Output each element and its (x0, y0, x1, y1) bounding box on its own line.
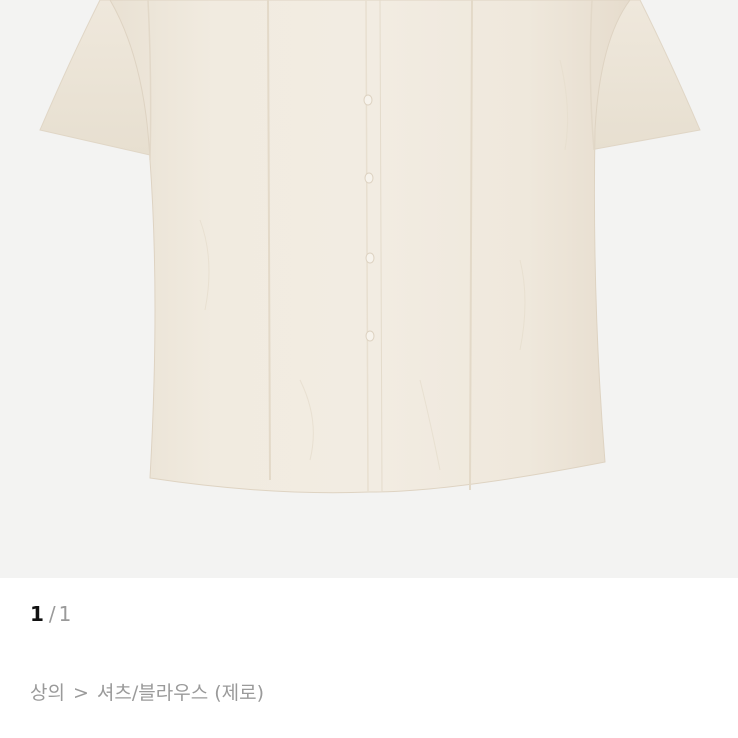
pager-total: 1 (58, 602, 72, 626)
shirt-body (109, 0, 631, 494)
breadcrumb: 상의 > 셔츠/블라우스 (제로) (30, 678, 264, 705)
pager-current: 1 (30, 602, 44, 626)
shirt-image (39, 0, 701, 494)
breadcrumb-category[interactable]: 상의 (30, 682, 65, 704)
breadcrumb-separator: > (72, 682, 89, 704)
product-image[interactable] (0, 0, 738, 578)
image-pager: 1/1 (30, 602, 71, 626)
pager-separator: / (48, 602, 56, 626)
breadcrumb-subcategory[interactable]: 셔츠/블라우스 (제로) (97, 682, 264, 704)
product-detail-page: 1/1 상의 > 셔츠/블라우스 (제로) (0, 0, 738, 738)
